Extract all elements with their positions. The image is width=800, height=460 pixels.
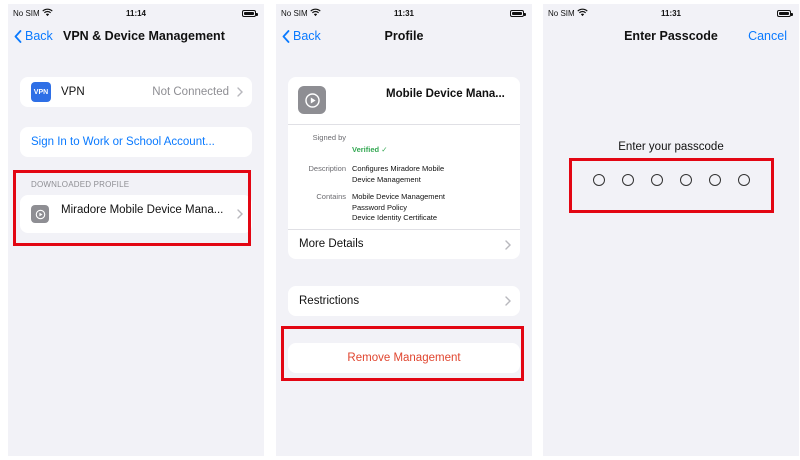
contains-key: Contains — [316, 192, 346, 201]
status-time: 11:31 — [660, 9, 682, 18]
more-details-label: More Details — [299, 238, 364, 250]
status-bar: No SIM 11:14 — [8, 4, 264, 22]
vpn-icon: VPN — [31, 82, 51, 102]
nav-bar: Back VPN & Device Management — [8, 26, 264, 48]
back-button[interactable]: Back — [14, 29, 53, 43]
status-time: 11:14 — [125, 9, 147, 18]
divider — [288, 124, 520, 125]
highlight-box-remove — [281, 326, 524, 381]
sign-in-row[interactable]: Sign In to Work or School Account... — [20, 127, 252, 157]
nav-bar: Back Profile — [276, 26, 532, 48]
status-time: 11:31 — [393, 9, 415, 18]
profile-card: Mobile Device Mana... Signed by Verified… — [288, 77, 520, 259]
screen-profile: No SIM 11:31 Back Profile Mobile Device … — [276, 4, 532, 456]
nav-bar: Enter Passcode Cancel — [543, 26, 799, 48]
settings-gear-icon — [298, 86, 326, 114]
contains-value: Mobile Device Management Password Policy… — [352, 192, 445, 222]
restrictions-label: Restrictions — [299, 295, 360, 307]
description-key: Description — [308, 164, 346, 173]
status-bar: No SIM 11:31 — [543, 4, 799, 22]
signed-by-key: Signed by — [312, 133, 346, 142]
chevron-right-icon — [237, 87, 243, 97]
chevron-left-icon — [14, 29, 22, 43]
vpn-row[interactable]: VPN VPN Not Connected — [20, 77, 252, 107]
cancel-button[interactable]: Cancel — [748, 29, 787, 43]
verified-value: Verified ✓ — [352, 145, 388, 154]
vpn-label: VPN — [61, 86, 85, 98]
vpn-status: Not Connected — [152, 86, 229, 98]
checkmark-icon: ✓ — [381, 145, 388, 154]
highlight-box-passcode — [569, 158, 774, 213]
back-label: Back — [25, 29, 53, 43]
description-value: Configures Miradore Mobile Device Manage… — [352, 164, 445, 184]
page-title: VPN & Device Management — [63, 29, 225, 43]
highlight-box-profile — [13, 170, 251, 246]
more-details-row[interactable]: More Details — [288, 230, 520, 259]
page-title: Profile — [384, 29, 424, 43]
chevron-right-icon — [505, 296, 511, 306]
restrictions-row[interactable]: Restrictions — [288, 286, 520, 316]
profile-name: Mobile Device Mana... — [386, 88, 505, 100]
battery-icon — [510, 10, 526, 17]
status-bar: No SIM 11:31 — [276, 4, 532, 22]
sign-in-link[interactable]: Sign In to Work or School Account... — [31, 136, 215, 148]
chevron-right-icon — [505, 240, 511, 250]
battery-icon — [242, 10, 258, 17]
screen-enter-passcode: No SIM 11:31 Enter Passcode Cancel Enter… — [543, 4, 799, 456]
battery-icon — [777, 10, 793, 17]
passcode-prompt: Enter your passcode — [618, 141, 724, 153]
